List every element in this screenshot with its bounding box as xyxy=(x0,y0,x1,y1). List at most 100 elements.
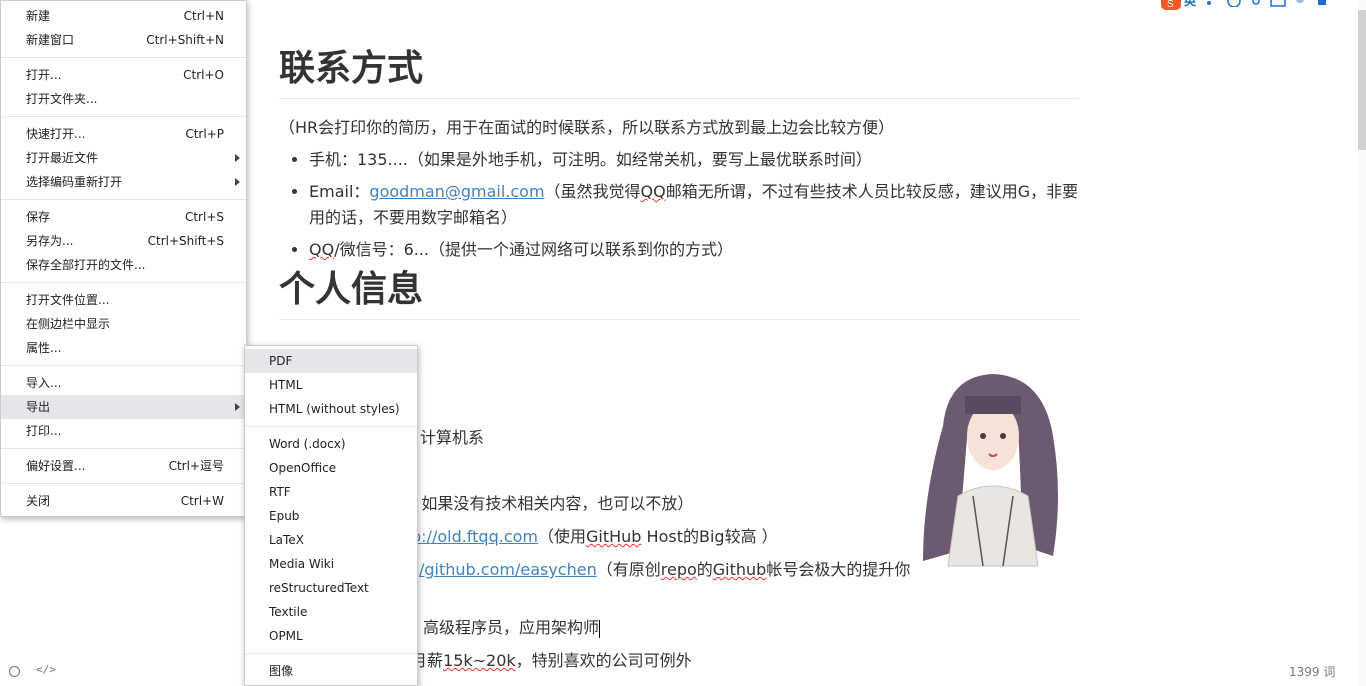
menu-separator xyxy=(1,365,246,366)
menu-item-save-all[interactable]: 保存全部打开的文件... xyxy=(1,253,246,277)
export-textile[interactable]: Textile xyxy=(245,600,417,624)
ime-english-icon[interactable]: 英 xyxy=(1182,0,1198,8)
document[interactable]: 联系方式 （HR会打印你的简历，用于在面试的时候联系，所以联系方式放到最上边会比… xyxy=(279,44,1079,320)
menu-item-new-window[interactable]: 新建窗口 Ctrl+Shift+N xyxy=(1,28,246,52)
export-pdf[interactable]: PDF xyxy=(245,349,417,373)
menu-item-label: 快速打开... xyxy=(26,127,86,141)
email-note-1: （虽然我觉得 xyxy=(544,182,641,201)
export-rst[interactable]: reStructuredText xyxy=(245,576,417,600)
menu-item-import[interactable]: 导入... xyxy=(1,371,246,395)
heading-contact: 联系方式 xyxy=(279,44,1079,99)
menu-item-save[interactable]: 保存 Ctrl+S xyxy=(1,205,246,229)
menu-separator xyxy=(1,448,246,449)
export-opml[interactable]: OPML xyxy=(245,624,417,648)
blog-note-2: Host的Big较高 ） xyxy=(641,527,778,546)
menu-item-show-in-sidebar[interactable]: 在侧边栏中显示 xyxy=(1,312,246,336)
svg-text:英: 英 xyxy=(1184,0,1197,7)
export-image[interactable]: 图像 xyxy=(245,659,417,683)
menu-shortcut: Ctrl+Shift+N xyxy=(146,33,224,47)
blog-link[interactable]: p://old.ftqq.com xyxy=(411,527,538,546)
export-submenu: PDF HTML HTML (without styles) Word (.do… xyxy=(244,345,418,686)
text-cursor xyxy=(599,619,601,638)
menu-item-open-folder[interactable]: 打开文件夹... xyxy=(1,87,246,111)
github-note-2: 的 xyxy=(696,560,713,579)
menu-item-label: 在侧边栏中显示 xyxy=(26,317,111,331)
menu-shortcut: Ctrl+O xyxy=(183,68,224,82)
frag-job-title: 高级程序员，应用架构师 xyxy=(423,615,601,641)
menu-item-properties[interactable]: 属性... xyxy=(1,336,246,360)
portrait-image xyxy=(903,366,1073,576)
user-icon[interactable] xyxy=(1292,0,1308,6)
menu-separator xyxy=(1,57,246,58)
export-html-no-styles[interactable]: HTML (without styles) xyxy=(245,397,417,421)
menu-item-label: 另存为... xyxy=(26,234,74,248)
menu-item-quick-open[interactable]: 快速打开... Ctrl+P xyxy=(1,122,246,146)
github-link[interactable]: /github.com/easychen xyxy=(419,560,597,579)
export-html[interactable]: HTML xyxy=(245,373,417,397)
export-epub[interactable]: Epub xyxy=(245,504,417,528)
email-link[interactable]: goodman@gmail.com xyxy=(369,182,544,201)
word-count[interactable]: 1399 词 xyxy=(1289,663,1335,680)
menu-item-export[interactable]: 导出 xyxy=(1,395,246,419)
emoji-icon[interactable] xyxy=(1226,0,1242,8)
export-rtf[interactable]: RTF xyxy=(245,480,417,504)
menu-item-label: 导入... xyxy=(26,376,62,390)
spell-error-qq-2: QQ xyxy=(309,240,335,259)
frag-blog: p://old.ftqq.com（使用GitHub Host的Big较高 ） xyxy=(411,524,778,550)
menu-item-preferences[interactable]: 偏好设置... Ctrl+逗号 xyxy=(1,454,246,478)
menu-item-reopen-encoding[interactable]: 选择编码重新打开 xyxy=(1,170,246,194)
menu-shortcut: Ctrl+Shift+S xyxy=(147,234,224,248)
menu-item-open-recent[interactable]: 打开最近文件 xyxy=(1,146,246,170)
system-tray: S 英 xyxy=(1160,0,1330,10)
menu-shortcut: Ctrl+N xyxy=(183,9,224,23)
scrollbar-thumb[interactable] xyxy=(1358,10,1366,150)
menu-item-label: 偏好设置... xyxy=(26,459,86,473)
sogou-ime-icon[interactable]: S xyxy=(1160,0,1181,10)
contact-list: 手机：135....（如果是外地手机，可注明。如经常关机，要写上最优联系时间） … xyxy=(279,147,1079,263)
file-menu: 新建 Ctrl+N 新建窗口 Ctrl+Shift+N 打开... Ctrl+O 打开… xyxy=(0,0,247,517)
export-mediawiki[interactable]: Media Wiki xyxy=(245,552,417,576)
email-label: Email： xyxy=(309,182,370,201)
menu-item-label: 选择编码重新打开 xyxy=(26,175,123,189)
source-mode-toggle[interactable]: </> xyxy=(36,663,56,676)
menu-separator xyxy=(1,116,246,117)
spell-error-qq: QQ xyxy=(640,182,666,201)
menu-item-label: 保存 xyxy=(26,210,51,224)
keyboard-icon[interactable] xyxy=(1270,0,1286,7)
menu-separator xyxy=(245,426,417,427)
export-word[interactable]: Word (.docx) xyxy=(245,432,417,456)
export-latex[interactable]: LaTeX xyxy=(245,528,417,552)
export-openoffice[interactable]: OpenOffice xyxy=(245,456,417,480)
spell-error-github: GitHub xyxy=(586,527,642,546)
menu-item-label: 属性... xyxy=(26,341,62,355)
menu-shortcut: Ctrl+逗号 xyxy=(168,459,224,473)
menu-shortcut: Ctrl+P xyxy=(185,127,224,141)
menu-item-label: 打开文件夹... xyxy=(26,92,98,106)
frag-cs-dept: 计算机系 xyxy=(420,428,485,447)
menu-item-open-location[interactable]: 打开文件位置... xyxy=(1,288,246,312)
menu-item-label: 新建窗口 xyxy=(26,33,75,47)
menu-item-open[interactable]: 打开... Ctrl+O xyxy=(1,63,246,87)
list-item-qq: QQ/微信号：6...（提供一个通过网络可以联系到你的方式） xyxy=(309,237,1079,263)
menu-shortcut: Ctrl+W xyxy=(180,494,224,508)
menu-item-label: 导出 xyxy=(26,400,51,414)
mic-icon[interactable] xyxy=(1248,0,1264,6)
punctuation-icon[interactable] xyxy=(1204,0,1220,6)
github-note-1: （有原创 xyxy=(596,560,661,579)
menu-item-close[interactable]: 关闭 Ctrl+W xyxy=(1,489,246,513)
github-note-3: 帐号会极大的提升你 xyxy=(766,560,911,579)
menu-separator xyxy=(1,282,246,283)
menu-item-new[interactable]: 新建 Ctrl+N xyxy=(1,4,246,28)
list-item-phone: 手机：135....（如果是外地手机，可注明。如经常关机，要写上最优联系时间） xyxy=(309,147,1079,173)
menu-item-label: 打开最近文件 xyxy=(26,151,99,165)
toolbox-icon[interactable] xyxy=(1314,0,1330,6)
menu-item-label: 打开文件位置... xyxy=(26,293,110,307)
menu-item-print[interactable]: 打印... xyxy=(1,419,246,443)
contact-intro: （HR会打印你的简历，用于在面试的时候联系，所以联系方式放到最上边会比较方便） xyxy=(279,118,895,137)
menu-item-save-as[interactable]: 另存为... Ctrl+Shift+S xyxy=(1,229,246,253)
outline-toggle-icon[interactable] xyxy=(9,666,20,677)
status-bar: </> 1399 词 xyxy=(0,658,1366,686)
vertical-scrollbar[interactable] xyxy=(1358,0,1366,686)
spell-error-github-2: Github xyxy=(712,560,767,579)
menu-item-label: 打开... xyxy=(26,68,62,82)
